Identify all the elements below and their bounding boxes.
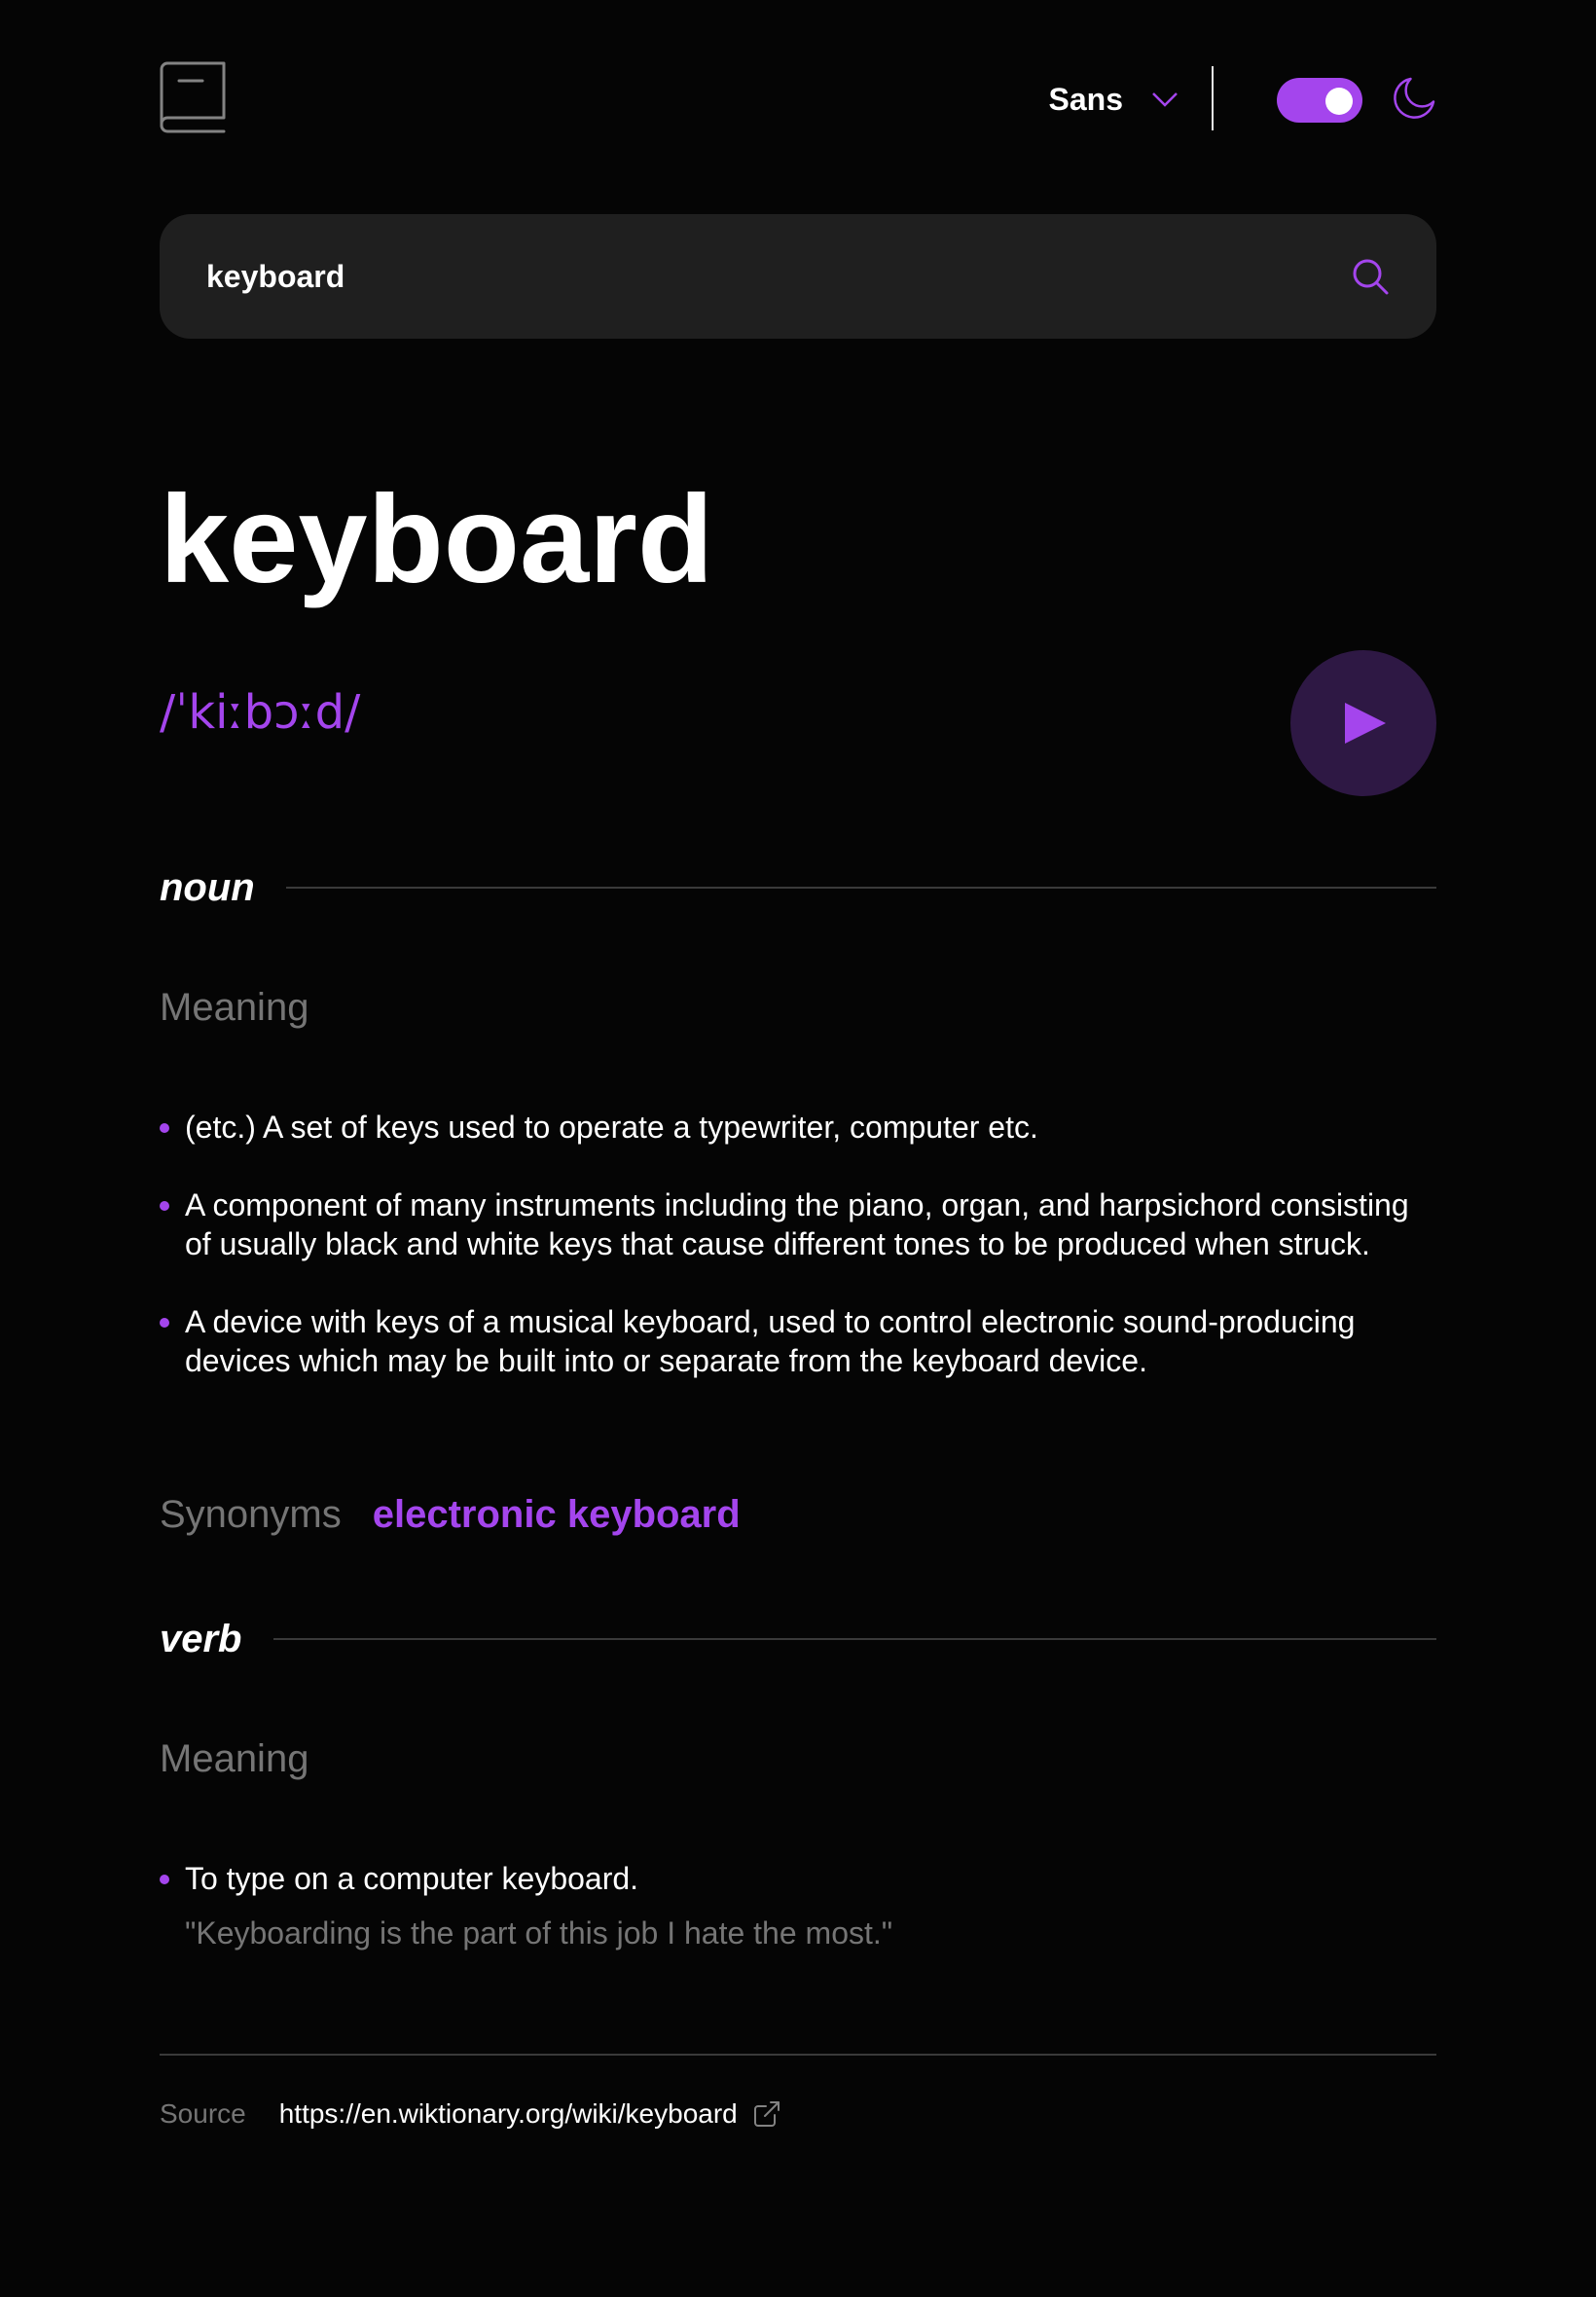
search-input[interactable] <box>206 214 1325 339</box>
theme-toggle-knob <box>1325 88 1353 115</box>
bullet <box>160 1318 169 1328</box>
verb-definition-list: To type on a computer keyboard. "Keyboar… <box>160 1859 1436 1952</box>
synonyms-row: Synonyms electronic keyboard <box>160 1493 741 1537</box>
book-icon[interactable] <box>160 61 226 135</box>
synonym-link[interactable]: electronic keyboard <box>373 1493 741 1537</box>
definition-text: (etc.) A set of keys used to operate a t… <box>185 1110 1038 1145</box>
definition-item: A device with keys of a musical keyboard… <box>160 1302 1436 1380</box>
dictionary-page: Sans keyboard /ˈkiːbɔːd/ noun Meaning <box>0 0 1596 2297</box>
section-divider <box>285 887 1436 889</box>
example-text: "Keyboarding is the part of this job I h… <box>185 1915 893 1951</box>
font-dropdown[interactable]: Sans <box>1002 76 1179 123</box>
header-divider <box>1212 66 1214 130</box>
meaning-heading: Meaning <box>160 986 309 1029</box>
search-icon[interactable] <box>1351 257 1390 296</box>
section-divider <box>272 1638 1436 1640</box>
source-label: Source <box>160 2098 246 2129</box>
font-dropdown-label: Sans <box>1048 81 1123 117</box>
chevron-down-icon <box>1152 92 1178 107</box>
play-audio-button[interactable] <box>1290 650 1436 796</box>
synonyms-label: Synonyms <box>160 1493 342 1536</box>
definition-text: A device with keys of a musical keyboard… <box>185 1304 1356 1378</box>
meaning-heading: Meaning <box>160 1737 309 1780</box>
part-of-speech-label: noun <box>160 865 255 909</box>
definition-item: A component of many instruments includin… <box>160 1185 1436 1263</box>
phonetic-text: /ˈkiːbɔːd/ <box>160 685 361 740</box>
word-title: keyboard <box>160 470 714 609</box>
definition-item: (etc.) A set of keys used to operate a t… <box>160 1108 1436 1147</box>
search-bar <box>160 214 1436 339</box>
definition-item: To type on a computer keyboard. "Keyboar… <box>160 1859 1436 1952</box>
noun-definition-list: (etc.) A set of keys used to operate a t… <box>160 1108 1436 1419</box>
bullet <box>160 1201 169 1211</box>
external-link-icon[interactable] <box>753 2100 780 2128</box>
part-of-speech-verb: verb <box>160 1610 1436 1668</box>
footer-divider <box>160 2054 1436 2056</box>
part-of-speech-label: verb <box>160 1617 242 1660</box>
part-of-speech-noun: noun <box>160 858 1436 917</box>
definition-text: A component of many instruments includin… <box>185 1187 1409 1261</box>
moon-icon <box>1394 77 1435 119</box>
bullet <box>160 1123 169 1133</box>
theme-toggle[interactable] <box>1277 78 1362 123</box>
source-link[interactable]: https://en.wiktionary.org/wiki/keyboard <box>279 2098 738 2130</box>
play-icon <box>1345 703 1386 744</box>
source-row: Source https://en.wiktionary.org/wiki/ke… <box>160 2098 780 2130</box>
bullet <box>160 1875 169 1884</box>
definition-text: To type on a computer keyboard. <box>185 1861 639 1896</box>
